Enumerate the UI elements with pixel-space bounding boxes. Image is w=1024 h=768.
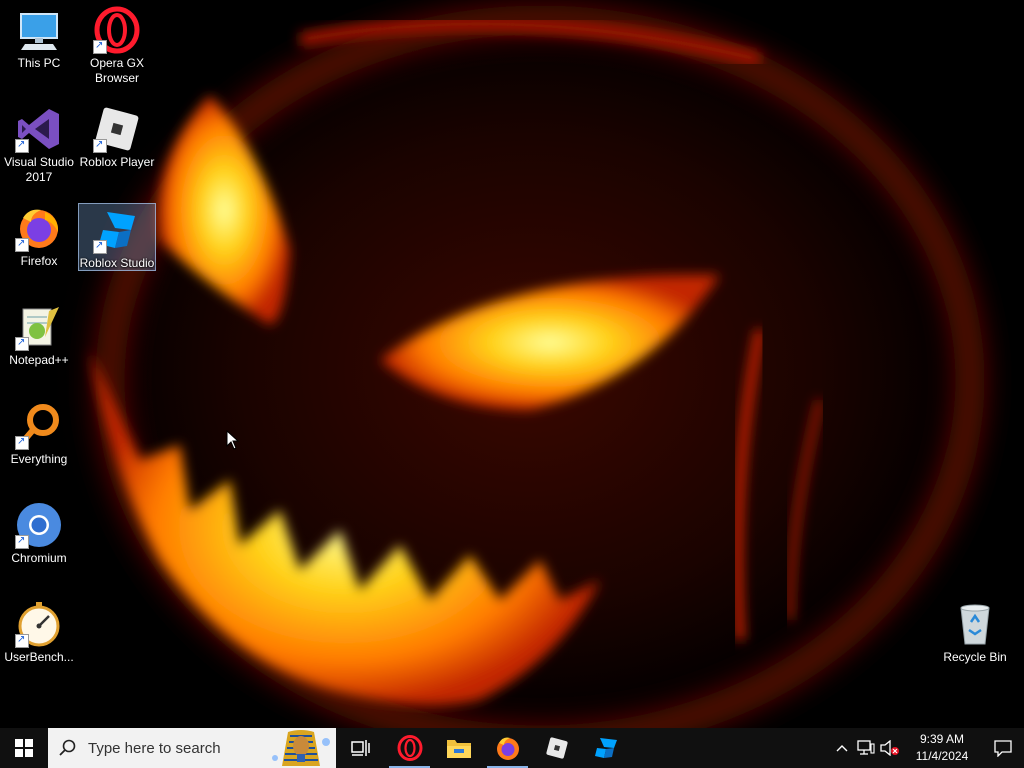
desktop-icon-label: Firefox [20,254,58,268]
taskbar-search-box[interactable]: Type here to search [48,728,336,768]
task-view-button[interactable] [336,728,385,768]
desktop-icon-userbenchmark[interactable]: UserBench... [0,594,78,665]
desktop-icon-notepad-plus-plus[interactable]: Notepad++ [0,297,78,368]
clock-time: 9:39 AM [919,732,965,746]
desktop-icon-label: Roblox Player [79,155,155,169]
visual-studio-icon [15,105,63,153]
taskbar: Type here to search 9:39 AM 11/4/2024 [0,728,1024,768]
computer-icon [15,6,63,54]
desktop-icon-label: Roblox Studio [79,256,155,270]
desktop-icon-visual-studio[interactable]: Visual Studio 2017 [0,99,78,185]
opera-gx-icon [93,6,141,54]
taskbar-roblox-player[interactable] [532,728,581,768]
desktop-icon-label: Notepad++ [9,353,69,367]
windows-logo-icon [15,739,33,757]
firefox-icon [15,204,63,252]
shortcut-arrow-icon [15,236,29,252]
shortcut-arrow-icon [15,137,29,153]
taskbar-file-explorer[interactable] [434,728,483,768]
stopwatch-icon [15,600,63,648]
firefox-icon [496,737,519,760]
desktop-icon-chromium[interactable]: Chromium [0,495,78,566]
desktop-icon-this-pc[interactable]: This PC [0,0,78,71]
shortcut-arrow-icon [15,335,29,351]
everything-search-icon [15,402,63,450]
desktop-icon-label: This PC [17,56,61,70]
network-icon[interactable] [854,728,878,768]
roblox-player-icon [93,105,141,153]
desktop-icon-firefox[interactable]: Firefox [0,198,78,269]
taskbar-opera-gx[interactable] [385,728,434,768]
shortcut-arrow-icon [15,434,29,450]
roblox-studio-icon [93,206,141,254]
volume-muted-icon[interactable] [878,728,902,768]
search-highlight-pharaoh-icon [270,730,332,766]
opera-gx-icon [397,735,422,761]
search-placeholder: Type here to search [88,739,221,757]
desktop-icon-label: Opera GX Browser [89,56,145,85]
show-hidden-icons-chevron-up-icon[interactable] [830,728,854,768]
desktop-icon-recycle-bin[interactable]: Recycle Bin [936,594,1014,665]
shortcut-arrow-icon [15,533,29,549]
taskbar-clock[interactable]: 9:39 AM 11/4/2024 [902,731,982,765]
desktop-icon-label: UserBench... [4,650,74,664]
action-center-button[interactable] [982,728,1024,768]
desktop-icon-label: Recycle Bin [943,650,1007,664]
desktop-icon-everything[interactable]: Everything [0,396,78,467]
mouse-cursor-icon [226,429,240,455]
desktop-icon-label: Chromium [11,551,67,565]
notification-icon [994,740,1012,757]
desktop-icon-label: Visual Studio 2017 [4,155,74,184]
shortcut-arrow-icon [15,632,29,648]
chromium-icon [15,501,63,549]
desktop-icon-label: Everything [10,452,68,466]
desktop-icon-opera-gx[interactable]: Opera GX Browser [78,0,156,86]
system-tray: 9:39 AM 11/4/2024 [830,728,1024,768]
shortcut-arrow-icon [93,238,107,254]
shortcut-arrow-icon [93,38,107,54]
desktop-icon-roblox-studio[interactable]: Roblox Studio [78,203,156,271]
roblox-studio-icon [594,738,617,758]
taskbar-firefox[interactable] [483,728,532,768]
roblox-player-icon [545,737,568,759]
taskbar-roblox-studio[interactable] [581,728,630,768]
shortcut-arrow-icon [93,137,107,153]
clock-date: 11/4/2024 [915,749,969,763]
search-icon [48,739,88,757]
start-button[interactable] [0,728,48,768]
notepad-plus-plus-icon [15,303,63,351]
desktop-icon-roblox-player[interactable]: Roblox Player [78,99,156,170]
recycle-bin-icon [951,600,999,648]
folder-icon [446,740,471,758]
task-view-icon [350,740,370,756]
